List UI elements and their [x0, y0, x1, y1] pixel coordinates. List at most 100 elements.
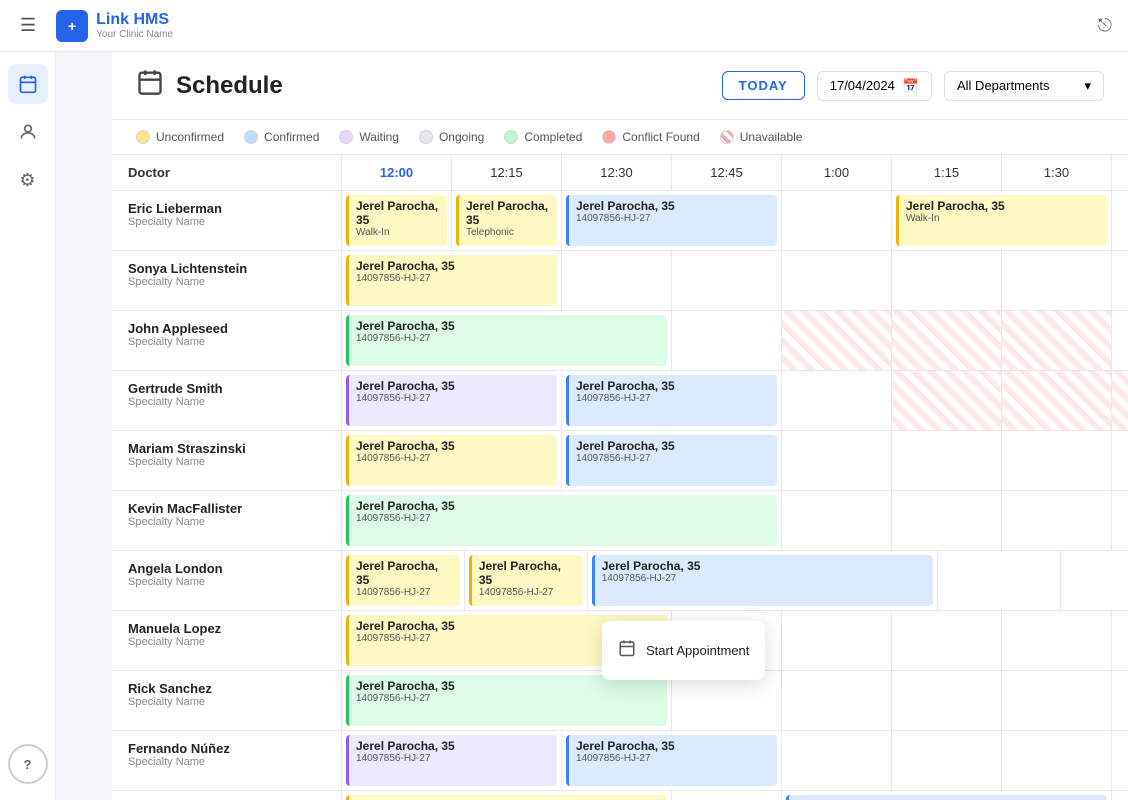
- cell-unavailable: [892, 311, 1002, 370]
- cell[interactable]: [1112, 671, 1128, 730]
- appointment-card[interactable]: Jerel Parocha, 35 14097856-HJ-27: [346, 315, 667, 366]
- cell[interactable]: [1002, 251, 1112, 310]
- cell[interactable]: Jerel Parocha, 35 Walk-In: [892, 191, 1112, 250]
- appointment-card[interactable]: Jerel Parocha, 35 14097856-HJ-27: [346, 735, 557, 786]
- table-row: John Appleseed Specialty Name Jerel Paro…: [112, 311, 1128, 371]
- appointment-card[interactable]: Jerel Parocha, 35 Telephonic: [456, 195, 557, 246]
- confirmed-dot: [244, 130, 258, 144]
- cell[interactable]: [1112, 791, 1128, 800]
- cell[interactable]: [782, 671, 892, 730]
- date-picker[interactable]: 17/04/2024 📅: [817, 71, 932, 101]
- cell[interactable]: [782, 191, 892, 250]
- cell[interactable]: Jerel Parocha, 35 14097856-HJ-27: [342, 431, 562, 490]
- legend-conflict: Conflict Found: [602, 130, 699, 144]
- cell[interactable]: [1112, 491, 1128, 550]
- appointment-card[interactable]: Jerel Parocha, 35 14097856-HJ-27: [786, 795, 1107, 800]
- cell[interactable]: Jerel Parocha, 35 14097856-HJ-27: [342, 491, 782, 550]
- cell[interactable]: Jerel Parocha, 35 14097856-HJ-27: [562, 371, 782, 430]
- appointment-card[interactable]: Jerel Parocha, 35 14097856-HJ-27: [566, 435, 777, 486]
- cell[interactable]: [1112, 611, 1128, 670]
- sidebar-item-schedule[interactable]: [8, 64, 48, 104]
- cell[interactable]: [1002, 491, 1112, 550]
- appointment-card[interactable]: Jerel Parocha, 35 14097856-HJ-27: [346, 375, 557, 426]
- cell[interactable]: [892, 671, 1002, 730]
- cell[interactable]: [1112, 311, 1128, 370]
- doctor-info: Angela London Specialty Name: [112, 551, 342, 610]
- cell[interactable]: [1112, 431, 1128, 490]
- appointment-card[interactable]: Jerel Parocha, 35 14097856-HJ-27: [346, 555, 460, 606]
- sidebar-item-help[interactable]: ?: [8, 744, 48, 784]
- table-row: Eric Lieberman Specialty Name Jerel Paro…: [112, 191, 1128, 251]
- cell[interactable]: [782, 491, 892, 550]
- cell[interactable]: Jerel Parocha, 35 14097856-HJ-27: [562, 191, 782, 250]
- cell[interactable]: [892, 611, 1002, 670]
- row-cells: Jerel Parocha, 35 14097856-HJ-27: [342, 251, 1128, 310]
- cell[interactable]: [782, 431, 892, 490]
- start-appointment-menu-item[interactable]: Start Appointment: [602, 629, 765, 672]
- cell[interactable]: Jerel Parocha, 35 14097856-HJ-27: [562, 731, 782, 790]
- ongoing-dot: [419, 130, 433, 144]
- cell[interactable]: [1002, 431, 1112, 490]
- appointment-card[interactable]: Jerel Parocha, 35 14097856-HJ-27: [346, 435, 557, 486]
- appointment-card[interactable]: Jerel Parocha, 35 14097856-HJ-27: [346, 795, 667, 800]
- cell-unavailable: [892, 371, 1002, 430]
- cell[interactable]: Jerel Parocha, 35 14097856-HJ-27: [588, 551, 939, 610]
- table-row: Angela London Specialty Name Jerel Paroc…: [112, 551, 1128, 611]
- cell[interactable]: [562, 251, 672, 310]
- row-cells: Jerel Parocha, 35 14097856-HJ-27 Jerel P…: [342, 371, 1128, 430]
- appointment-card[interactable]: Jerel Parocha, 35 14097856-HJ-27: [592, 555, 934, 606]
- cell[interactable]: [1002, 731, 1112, 790]
- today-button[interactable]: TODAY: [722, 71, 805, 100]
- cell[interactable]: Jerel Parocha, 35 14097856-HJ-27: [342, 791, 672, 800]
- row-cells: Jerel Parocha, 35 14097856-HJ-27 Jerel P…: [342, 791, 1128, 800]
- appointment-card[interactable]: Jerel Parocha, 35 Walk-In: [896, 195, 1107, 246]
- cell[interactable]: [1002, 671, 1112, 730]
- cell[interactable]: Jerel Parocha, 35 Walk-In: [342, 191, 452, 250]
- appointment-card[interactable]: Jerel Parocha, 35 14097856-HJ-27: [346, 675, 667, 726]
- cell[interactable]: Jerel Parocha, 35 14097856-HJ-27: [562, 431, 782, 490]
- cell[interactable]: [672, 311, 782, 370]
- department-selector[interactable]: All Departments ▾: [944, 71, 1104, 101]
- cell[interactable]: [892, 431, 1002, 490]
- cell[interactable]: [1112, 251, 1128, 310]
- appointment-card[interactable]: Jerel Parocha, 35 14097856-HJ-27: [566, 375, 777, 426]
- cell[interactable]: Jerel Parocha, 35 14097856-HJ-27: [342, 731, 562, 790]
- cell[interactable]: [938, 551, 1061, 610]
- doctor-column-header: Doctor: [112, 155, 342, 190]
- sidebar-item-settings[interactable]: ⚙: [8, 160, 48, 200]
- cell[interactable]: [672, 251, 782, 310]
- appointment-card[interactable]: Jerel Parocha, 35 14097856-HJ-27: [346, 255, 557, 306]
- cell[interactable]: [672, 791, 782, 800]
- doctor-info: Eric Lieberman Specialty Name: [112, 191, 342, 250]
- cell[interactable]: Jerel Parocha, 35 14097856-HJ-27: [342, 311, 672, 370]
- page-title: Schedule: [176, 72, 283, 100]
- sidebar-item-patients[interactable]: [8, 112, 48, 152]
- cell[interactable]: [1112, 191, 1128, 250]
- time-slot-1200: 12:00: [342, 155, 452, 190]
- appointment-card[interactable]: Jerel Parocha, 35 Walk-In: [346, 195, 447, 246]
- cell[interactable]: Jerel Parocha, 35 14097856-HJ-27: [465, 551, 588, 610]
- logout-icon[interactable]: ⎋: [1098, 15, 1112, 36]
- cell[interactable]: [892, 731, 1002, 790]
- legend-confirmed: Confirmed: [244, 130, 319, 144]
- cell[interactable]: [782, 371, 892, 430]
- schedule-container[interactable]: Doctor 12:00 12:15 12:30 12:45 1:00 1:15…: [112, 155, 1128, 800]
- cell[interactable]: Jerel Parocha, 35 14097856-HJ-27: [782, 791, 1112, 800]
- cell[interactable]: [1002, 611, 1112, 670]
- appointment-card[interactable]: Jerel Parocha, 35 14097856-HJ-27: [566, 195, 777, 246]
- cell[interactable]: [1112, 731, 1128, 790]
- menu-icon[interactable]: ☰: [16, 11, 40, 40]
- cell[interactable]: [782, 731, 892, 790]
- cell[interactable]: [892, 251, 1002, 310]
- appointment-card[interactable]: Jerel Parocha, 35 14097856-HJ-27: [469, 555, 583, 606]
- cell[interactable]: Jerel Parocha, 35 14097856-HJ-27: [342, 551, 465, 610]
- cell[interactable]: [782, 251, 892, 310]
- appointment-card[interactable]: Jerel Parocha, 35 14097856-HJ-27: [566, 735, 777, 786]
- cell[interactable]: Jerel Parocha, 35 Telephonic: [452, 191, 562, 250]
- cell[interactable]: Jerel Parocha, 35 14097856-HJ-27: [342, 251, 562, 310]
- appointment-card[interactable]: Jerel Parocha, 35 14097856-HJ-27: [346, 495, 777, 546]
- cell[interactable]: [782, 611, 892, 670]
- cell[interactable]: Jerel Parocha, 35 14097856-HJ-27: [342, 371, 562, 430]
- cell[interactable]: [892, 491, 1002, 550]
- cell[interactable]: [1061, 551, 1128, 610]
